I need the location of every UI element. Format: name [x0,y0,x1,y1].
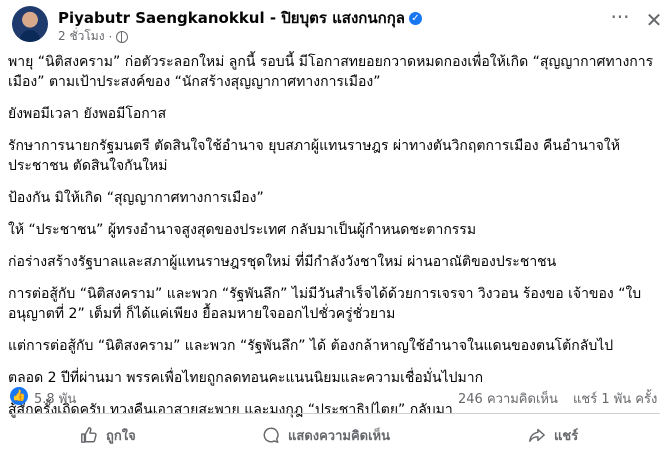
post-paragraph: ยังพอมีเวลา ยังพอมีโอกาส [8,106,167,122]
comment-button[interactable]: แสดงความคิดเห็น [262,418,390,452]
close-button[interactable]: ✕ [640,6,668,34]
divider [12,413,660,414]
like-button[interactable]: ถูกใจ [80,418,136,452]
post-time[interactable]: 2 ชั่วโมง [58,27,105,46]
verified-badge-icon: ✓ [408,11,422,25]
share-label: แชร์ [554,428,579,444]
more-icon: ··· [610,5,630,29]
like-reaction-icon[interactable]: 👍 [10,387,28,405]
post-paragraph: ให้ “ประชาชน” ผู้ทรงอำนาจสูงสุดของประเทศ… [8,222,477,238]
comment-icon [263,427,279,443]
share-count[interactable]: แชร์ 1 พัน ครั้ง [573,388,657,409]
post-paragraph: แต่การต่อสู้กับ “นิติสงคราม” และพวก “รัฐ… [8,338,614,354]
post-body: พายุ “นิติสงคราม” ก่อตัวระลอกใหม่ ลูกนี้… [8,52,668,432]
thumbs-up-icon [81,427,97,443]
post-paragraph: พายุ “นิติสงคราม” ก่อตัวระลอกใหม่ ลูกนี้… [8,54,654,90]
close-icon: ✕ [645,8,663,32]
post-paragraph: การต่อสู้กับ “นิติสงคราม” และพวก “รัฐพัน… [8,286,642,322]
action-bar: ถูกใจ แสดงความคิดเห็น แชร์ [0,418,672,452]
author-avatar[interactable] [12,6,48,42]
share-icon [529,428,545,443]
engagement-stats: 👍 5.8 พัน 246 ความคิดเห็น แชร์ 1 พัน ครั… [0,385,672,409]
post-paragraph: ก่อร่างสร้างรัฐบาลและสภาผู้แทนราษฎรชุดให… [8,254,557,270]
meta-separator: · [108,29,113,44]
post-paragraph: รักษาการนายกรัฐมนตรี ตัดสินใจใช้อำนาจ ยุ… [8,138,620,174]
share-button[interactable]: แชร์ [528,418,578,452]
like-label: ถูกใจ [106,428,136,444]
post-meta: 2 ชั่วโมง · [58,27,129,46]
reaction-count[interactable]: 5.8 พัน [34,388,76,409]
comment-count[interactable]: 246 ความคิดเห็น [458,388,558,409]
more-options-button[interactable]: ··· [606,6,634,34]
post-paragraph: ป้องกัน มิให้เกิด “สุญญากาศทางการเมือง” [8,190,264,206]
post-header: Piyabutr Saengkanokkul - ปิยบุตร แสงกนกก… [0,0,672,50]
globe-icon [116,30,129,43]
comment-label: แสดงความคิดเห็น [288,428,391,444]
